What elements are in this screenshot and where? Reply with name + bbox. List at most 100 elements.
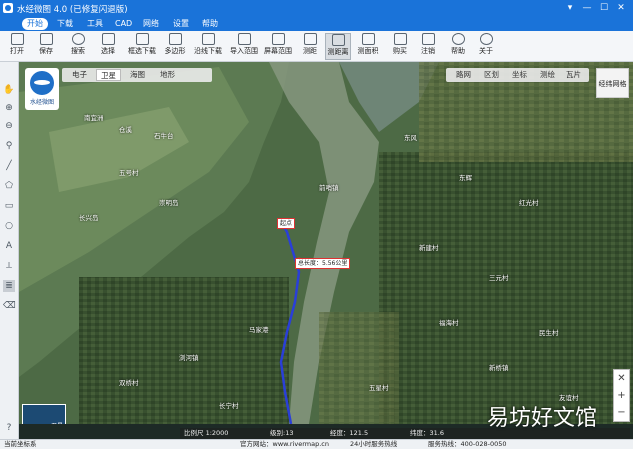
text-icon[interactable]: A: [3, 240, 15, 252]
menu-settings[interactable]: 设置: [168, 18, 194, 30]
tab-terrain[interactable]: 地形: [156, 69, 179, 81]
measure-area-button[interactable]: 测面积: [355, 33, 381, 60]
app-logo-icon: [3, 3, 13, 13]
box-select-icon: [135, 33, 149, 45]
measure-start-label: 起点: [277, 218, 296, 229]
place-label: 前哨镇: [319, 184, 339, 192]
place-label: 南宜洲: [84, 114, 104, 122]
about-button[interactable]: 关于: [474, 33, 498, 60]
place-label: 崇明岛: [159, 199, 179, 207]
cursor-icon: [101, 33, 115, 45]
line-download-button[interactable]: 沿线下载: [192, 33, 224, 60]
measure-distance-button[interactable]: 测距离: [325, 33, 351, 60]
place-label: 新桥镇: [489, 364, 509, 372]
tab-satellite[interactable]: 卫星: [96, 69, 121, 81]
roads-toggle[interactable]: 路网: [456, 69, 471, 81]
polygon-draw-icon[interactable]: ⬠: [3, 180, 15, 192]
pan-hand-icon[interactable]: ✋: [3, 84, 15, 96]
area-icon: [361, 33, 375, 45]
zoom-out-button[interactable]: −: [614, 404, 629, 421]
minimize-button[interactable]: —: [579, 0, 595, 17]
lock-icon: [421, 33, 435, 45]
import-range-button[interactable]: 导入范围: [228, 33, 260, 60]
place-label: 长宁村: [219, 402, 239, 410]
help-circle-icon[interactable]: ?: [3, 422, 15, 434]
logout-button[interactable]: 注销: [416, 33, 440, 60]
marker-icon[interactable]: ⚲: [3, 140, 15, 152]
save-icon: [39, 33, 53, 45]
map-view[interactable]: 水经微图 电子 卫星 海图 地形 路网 区划 坐标 测绘 瓦片 经纬网格 南宜洲…: [19, 62, 633, 424]
zoom-in-button[interactable]: +: [614, 387, 629, 404]
save-button[interactable]: 保存: [34, 33, 58, 60]
place-label: 东辉: [459, 174, 472, 182]
line-icon[interactable]: ╱: [3, 160, 15, 172]
districts-toggle[interactable]: 区划: [484, 69, 499, 81]
zoom-level-readout: 级别:13: [270, 429, 294, 437]
zoom-out-icon[interactable]: ⊖: [3, 120, 15, 132]
zoom-in-icon[interactable]: ⊕: [3, 102, 15, 114]
menu-tools[interactable]: 工具: [82, 18, 108, 30]
search-icon: [71, 33, 85, 45]
close-icon[interactable]: ✕: [614, 370, 629, 387]
tab-nautical[interactable]: 海图: [126, 69, 149, 81]
place-label: 双桥村: [119, 379, 139, 387]
help-button[interactable]: 帮助: [446, 33, 470, 60]
menu-network[interactable]: 网络: [138, 18, 164, 30]
layer-icon[interactable]: ≣: [3, 280, 15, 292]
place-label: 红光村: [519, 199, 539, 207]
polyline-icon: [201, 33, 215, 45]
grid-panel-button[interactable]: 经纬网格: [596, 68, 629, 98]
menu-bar: 开始 下载 工具 CAD 网络 设置 帮助: [0, 17, 633, 31]
place-label: 仓溪: [119, 126, 132, 134]
latitude-readout: 纬度：31.6: [410, 429, 444, 437]
menu-download[interactable]: 下载: [52, 18, 78, 30]
select-button[interactable]: 选择: [96, 33, 120, 60]
folder-icon: [10, 33, 24, 45]
info-icon: [479, 33, 493, 45]
close-button[interactable]: ✕: [613, 0, 629, 17]
maximize-button[interactable]: ☐: [596, 0, 612, 17]
menu-start[interactable]: 开始: [22, 18, 48, 30]
scale-readout: 比例尺 1:2000: [184, 429, 229, 437]
place-label: 长兴岛: [79, 214, 99, 222]
title-bar: 水经微图 4.0 (已修复闪退版) ▾ — ☐ ✕: [0, 0, 633, 17]
place-label: 石牛台: [154, 132, 174, 140]
rectangle-icon[interactable]: ▭: [3, 200, 15, 212]
menu-cad[interactable]: CAD: [110, 18, 137, 30]
clear-icon[interactable]: ⌫: [3, 300, 16, 312]
screen-range-button[interactable]: 屏幕范围: [262, 33, 294, 60]
left-sidebar: ✋ ⊕ ⊖ ⚲ ╱ ⬠ ▭ ○ A ⟂ ≣ ⌫ ?: [0, 62, 19, 448]
window-title: 水经微图 4.0 (已修复闪退版): [17, 5, 128, 15]
overview-thumbnail[interactable]: 卫星: [22, 404, 66, 424]
satellite-imagery: [19, 62, 633, 424]
measure-total-label: 总长度：5.56公里: [295, 258, 351, 269]
coordinates-toggle[interactable]: 坐标: [512, 69, 527, 81]
tab-electronic[interactable]: 电子: [68, 69, 91, 81]
survey-toggle[interactable]: 测绘: [540, 69, 555, 81]
open-button[interactable]: 打开: [4, 33, 30, 60]
longitude-readout: 经度：121.5: [330, 429, 369, 437]
zoom-control: ✕ + −: [613, 369, 630, 422]
map-type-tabs: 电子 卫星 海图 地形: [62, 68, 212, 82]
polygon-icon: [168, 33, 182, 45]
purchase-button[interactable]: 购买: [388, 33, 412, 60]
watermark-text: 易坊好文馆: [487, 406, 598, 431]
place-label: 五号村: [119, 169, 139, 177]
polygon-button[interactable]: 多边形: [162, 33, 188, 60]
help-icon: [451, 33, 465, 45]
toolbar: 打开 保存 搜索 选择 框选下载 多边形 沿线下载 导入范围 屏幕范围 测距 测…: [0, 31, 633, 62]
place-label: 三元村: [489, 274, 509, 282]
place-label: 浏河镇: [179, 354, 199, 362]
measure-button[interactable]: 测距: [298, 33, 322, 60]
cart-icon: [393, 33, 407, 45]
circle-icon[interactable]: ○: [3, 220, 15, 232]
menu-help[interactable]: 帮助: [197, 18, 223, 30]
box-download-button[interactable]: 框选下载: [126, 33, 158, 60]
search-button[interactable]: 搜索: [66, 33, 90, 60]
measure-icon[interactable]: ⟂: [3, 260, 15, 272]
tiles-toggle[interactable]: 瓦片: [566, 69, 581, 81]
ruler-icon: [303, 33, 317, 45]
dropdown-icon[interactable]: ▾: [562, 0, 578, 17]
screen-icon: [271, 33, 285, 45]
globe-icon: [30, 71, 54, 95]
